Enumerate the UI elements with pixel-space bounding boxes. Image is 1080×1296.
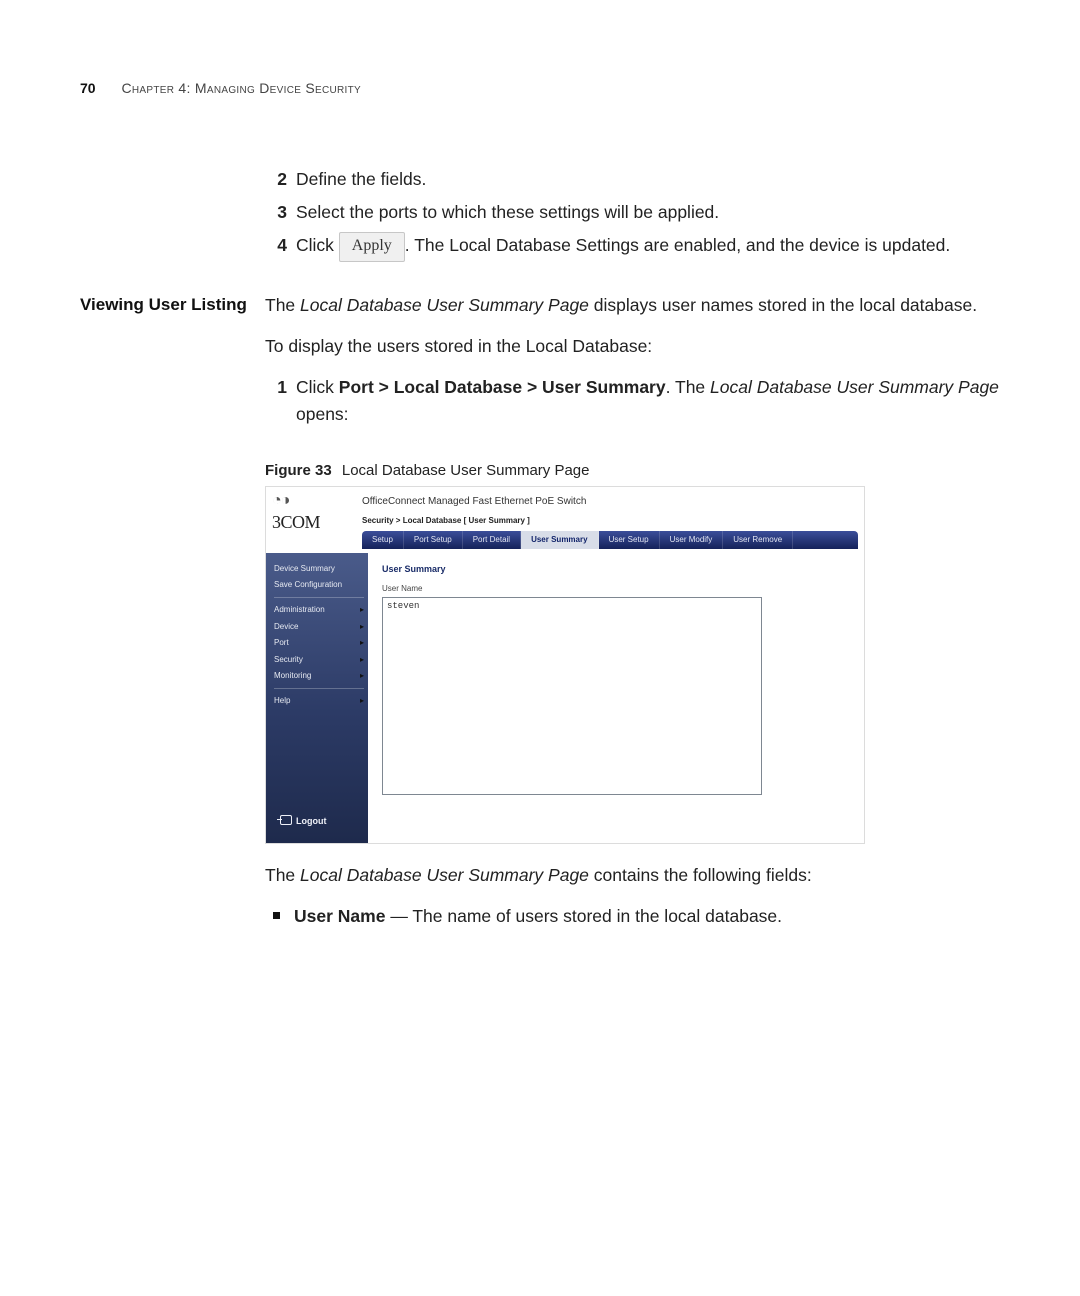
apply-button[interactable]: Apply	[339, 232, 405, 262]
tab-user-setup[interactable]: User Setup	[599, 531, 660, 549]
tab-port-detail[interactable]: Port Detail	[463, 531, 521, 549]
sidebar-device[interactable]: Device	[274, 619, 364, 635]
brand-name: 3COM	[272, 509, 362, 537]
sidebar-divider	[274, 597, 364, 598]
section-intro-1: The Local Database User Summary Page dis…	[265, 292, 1000, 319]
logout-icon	[280, 815, 292, 825]
field-name: User Name	[294, 906, 385, 926]
logout-button[interactable]: Logout	[280, 815, 327, 829]
after-figure-text: The Local Database User Summary Page con…	[265, 862, 1000, 889]
product-title: OfficeConnect Managed Fast Ethernet PoE …	[362, 493, 858, 516]
section-intro-2: To display the users stored in the Local…	[265, 333, 1000, 360]
list-item[interactable]: steven	[387, 600, 757, 614]
step-text: Click Port > Local Database > User Summa…	[296, 374, 1000, 428]
sidebar-security[interactable]: Security	[274, 652, 364, 668]
sidebar-administration[interactable]: Administration	[274, 602, 364, 618]
step-text: Click Apply . The Local Database Setting…	[296, 232, 1000, 262]
figure-screenshot: ◔◑ 3COM OfficeConnect Managed Fast Ether…	[265, 486, 865, 844]
tab-port-setup[interactable]: Port Setup	[404, 531, 463, 549]
content-panel: User Summary User Name steven	[368, 553, 864, 843]
step4-mid: . The Local Database Settings are enable…	[405, 235, 950, 255]
figure-label: Figure 33	[265, 462, 332, 479]
brand-glyph-icon: ◔◑	[272, 493, 362, 509]
page-number: 70	[80, 80, 96, 96]
step-number: 1	[265, 374, 287, 401]
sidebar: Device Summary Save Configuration Admini…	[266, 553, 368, 843]
page-name-italic: Local Database User Summary Page	[300, 295, 589, 315]
page-header: 70 Chapter 4: Managing Device Security	[80, 80, 1000, 96]
tab-user-modify[interactable]: User Modify	[660, 531, 724, 549]
column-header-username: User Name	[382, 583, 850, 595]
breadcrumb: Security > Local Database [ User Summary…	[362, 515, 858, 530]
page-name-italic: Local Database User Summary Page	[710, 377, 999, 397]
user-listbox[interactable]: steven	[382, 597, 762, 795]
sidebar-device-summary[interactable]: Device Summary	[274, 561, 364, 577]
list-item: User Name — The name of users stored in …	[265, 903, 1000, 930]
step-text: Select the ports to which these settings…	[296, 199, 1000, 226]
nav-path: Port > Local Database > User Summary	[339, 377, 666, 397]
figure-caption-text: Local Database User Summary Page	[342, 462, 590, 479]
steps-list-top: 2 Define the fields. 3 Select the ports …	[265, 166, 1000, 262]
step4-lead: Click	[296, 235, 339, 255]
field-desc: — The name of users stored in the local …	[385, 906, 782, 926]
steps-list-b: 1 Click Port > Local Database > User Sum…	[265, 374, 1000, 428]
step-text: Define the fields.	[296, 166, 1000, 193]
step-number: 3	[265, 199, 287, 226]
step-number: 4	[265, 232, 287, 259]
sidebar-help[interactable]: Help	[274, 693, 364, 709]
field-list: User Name — The name of users stored in …	[265, 903, 1000, 930]
tab-setup[interactable]: Setup	[362, 531, 404, 549]
figure-caption: Figure 33 Local Database User Summary Pa…	[265, 459, 1000, 482]
content-title: User Summary	[382, 563, 850, 577]
tab-user-summary[interactable]: User Summary	[521, 531, 598, 549]
tab-bar: Setup Port Setup Port Detail User Summar…	[362, 531, 858, 549]
section-side-title: Viewing User Listing	[80, 292, 265, 318]
sidebar-monitoring[interactable]: Monitoring	[274, 668, 364, 684]
chapter-title: Chapter 4: Managing Device Security	[121, 80, 361, 96]
page-name-italic: Local Database User Summary Page	[300, 865, 589, 885]
step-number: 2	[265, 166, 287, 193]
brand-block: ◔◑ 3COM	[272, 493, 362, 549]
bullet-icon	[273, 912, 280, 919]
tab-user-remove[interactable]: User Remove	[723, 531, 793, 549]
sidebar-save-config[interactable]: Save Configuration	[274, 577, 364, 593]
sidebar-port[interactable]: Port	[274, 635, 364, 651]
sidebar-divider	[274, 688, 364, 689]
